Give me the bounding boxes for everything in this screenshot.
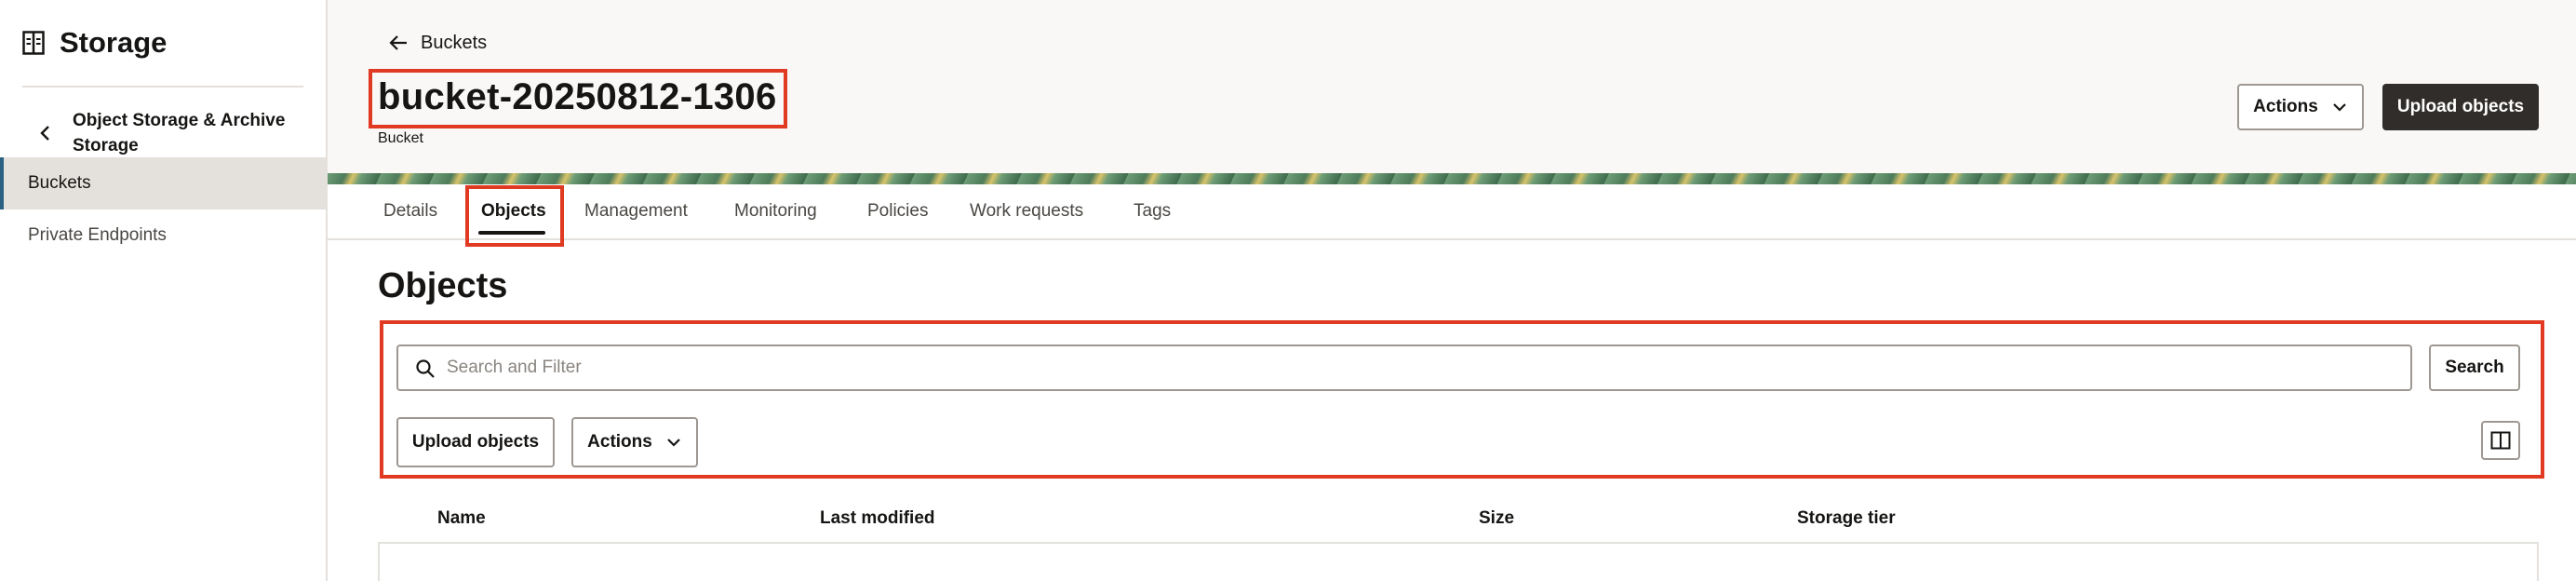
tab-policies[interactable]: Policies bbox=[867, 201, 928, 222]
highlight-bucket-title bbox=[369, 69, 787, 128]
section-heading: Objects bbox=[378, 266, 508, 305]
arrow-left-icon bbox=[389, 35, 407, 50]
tab-work-requests[interactable]: Work requests bbox=[970, 201, 1083, 222]
sidebar-section-title[interactable]: Object Storage & Archive Storage bbox=[73, 108, 315, 158]
sidebar-header: Storage bbox=[22, 26, 167, 60]
tab-management[interactable]: Management bbox=[584, 201, 688, 222]
header-actions-button[interactable]: Actions bbox=[2237, 84, 2364, 130]
sidebar-title: Storage bbox=[60, 26, 168, 59]
table-header: Name Last modified Size Storage tier bbox=[378, 492, 2539, 544]
column-header-last-modified[interactable]: Last modified bbox=[820, 508, 935, 529]
actions-label: Actions bbox=[2253, 97, 2318, 116]
chevron-left-icon[interactable] bbox=[34, 121, 58, 145]
back-link-label: Buckets bbox=[421, 32, 488, 53]
highlight-search-toolbar bbox=[380, 320, 2544, 479]
sidebar-item-buckets[interactable]: Buckets bbox=[0, 157, 326, 209]
decorative-banner bbox=[328, 173, 2576, 184]
sidebar: Storage Object Storage & Archive Storage… bbox=[0, 0, 328, 581]
sidebar-item-private-endpoints[interactable]: Private Endpoints bbox=[0, 209, 326, 262]
storage-icon bbox=[22, 31, 45, 55]
highlight-objects-tab bbox=[465, 185, 564, 247]
tab-tags[interactable]: Tags bbox=[1134, 201, 1171, 222]
column-header-size[interactable]: Size bbox=[1479, 508, 1514, 529]
column-header-storage-tier[interactable]: Storage tier bbox=[1797, 508, 1896, 529]
tab-details[interactable]: Details bbox=[383, 201, 437, 222]
back-to-buckets-link[interactable]: Buckets bbox=[387, 32, 487, 54]
sidebar-divider bbox=[22, 86, 303, 88]
tab-bar: Details Objects Management Monitoring Po… bbox=[328, 184, 2576, 240]
resource-type-label: Bucket bbox=[378, 130, 423, 146]
upload-label: Upload objects bbox=[2396, 97, 2525, 116]
chevron-down-icon bbox=[2333, 103, 2346, 112]
column-header-name[interactable]: Name bbox=[437, 508, 486, 529]
header-upload-objects-button[interactable]: Upload objects bbox=[2382, 84, 2539, 130]
sidebar-item-label: Private Endpoints bbox=[28, 225, 167, 245]
sidebar-item-label: Buckets bbox=[28, 173, 91, 193]
tab-monitoring[interactable]: Monitoring bbox=[734, 201, 817, 222]
